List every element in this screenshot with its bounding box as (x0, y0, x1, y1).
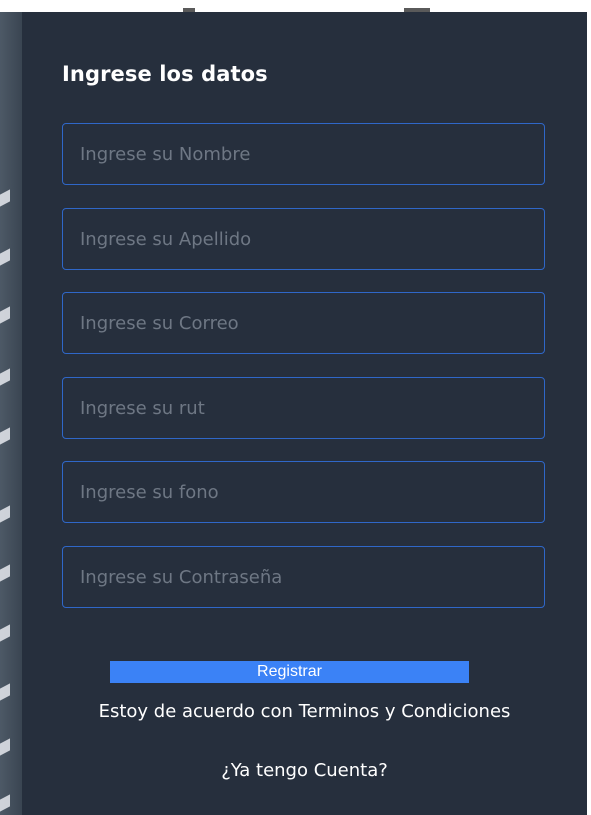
background-edge (0, 0, 22, 815)
background-stripe (0, 189, 10, 207)
background-stripe (0, 248, 10, 266)
background-stripe (0, 683, 10, 701)
right-edge (587, 0, 591, 815)
register-form: Ingrese los datos Registrar Estoy de acu… (22, 12, 587, 815)
phone-field[interactable] (62, 461, 545, 523)
background-stripe (0, 427, 10, 445)
top-edge (0, 0, 591, 12)
terms-text: Estoy de acuerdo con Terminos y Condicio… (98, 701, 511, 722)
rut-field[interactable] (62, 377, 545, 439)
background-stripe (0, 368, 10, 386)
email-field[interactable] (62, 292, 545, 354)
apellido-field[interactable] (62, 208, 545, 270)
login-link[interactable]: ¿Ya tengo Cuenta? (22, 760, 587, 781)
password-field[interactable] (62, 546, 545, 608)
background-stripe (0, 505, 10, 523)
background-stripe (0, 624, 10, 642)
form-title: Ingrese los datos (62, 62, 268, 86)
background-stripe (0, 564, 10, 582)
nombre-field[interactable] (62, 123, 545, 185)
background-stripe (0, 306, 10, 324)
register-button[interactable]: Registrar (110, 661, 469, 683)
background-stripe (0, 738, 10, 756)
background-stripe (0, 794, 10, 812)
